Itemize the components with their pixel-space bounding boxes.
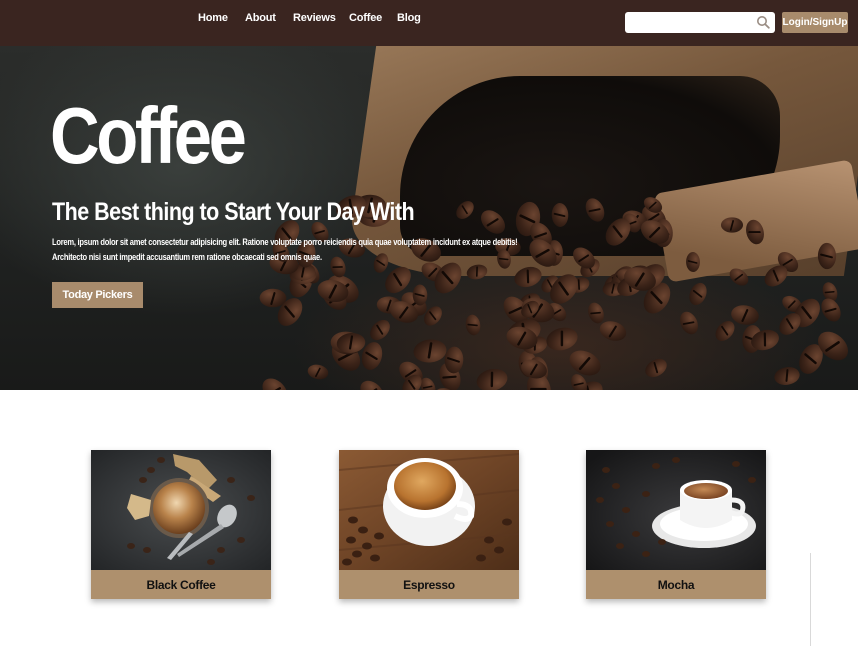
hero-title: Coffee: [50, 91, 247, 180]
nav-link-about[interactable]: About: [245, 12, 276, 24]
hero-subtitle: The Best thing to Start Your Day With: [52, 198, 415, 226]
nav-link-blog[interactable]: Blog: [397, 12, 421, 24]
card-label-espresso: Espresso: [339, 570, 519, 599]
divider: [810, 553, 811, 646]
search-input[interactable]: [629, 14, 755, 32]
card-label-black-coffee: Black Coffee: [91, 570, 271, 599]
today-pickers-button[interactable]: Today Pickers: [52, 282, 143, 308]
hero-description: Lorem, ipsum dolor sit amet consectetur …: [52, 235, 518, 265]
black-coffee-image: [91, 450, 271, 570]
product-card-mocha[interactable]: Mocha: [586, 450, 766, 599]
mocha-image: [586, 450, 766, 570]
product-card-espresso[interactable]: Espresso: [339, 450, 519, 599]
espresso-image: [339, 450, 519, 570]
hero-description-line: Architecto nisi sunt impedit accusantium…: [52, 252, 322, 262]
hero-banner: Coffee The Best thing to Start Your Day …: [0, 46, 858, 390]
card-label-mocha: Mocha: [586, 570, 766, 599]
nav-link-reviews[interactable]: Reviews: [293, 12, 336, 24]
login-signup-button[interactable]: Login/SignUp: [782, 12, 848, 33]
nav-link-coffee[interactable]: Coffee: [349, 12, 382, 24]
nav-link-home[interactable]: Home: [198, 12, 228, 24]
search-box: [625, 12, 775, 33]
hero-description-line: Lorem, ipsum dolor sit amet consectetur …: [52, 237, 518, 247]
top-navigation-bar: Home About Reviews Coffee Blog Login/Sig…: [0, 0, 858, 46]
product-card-black-coffee[interactable]: Black Coffee: [91, 450, 271, 599]
search-icon[interactable]: [756, 15, 770, 29]
